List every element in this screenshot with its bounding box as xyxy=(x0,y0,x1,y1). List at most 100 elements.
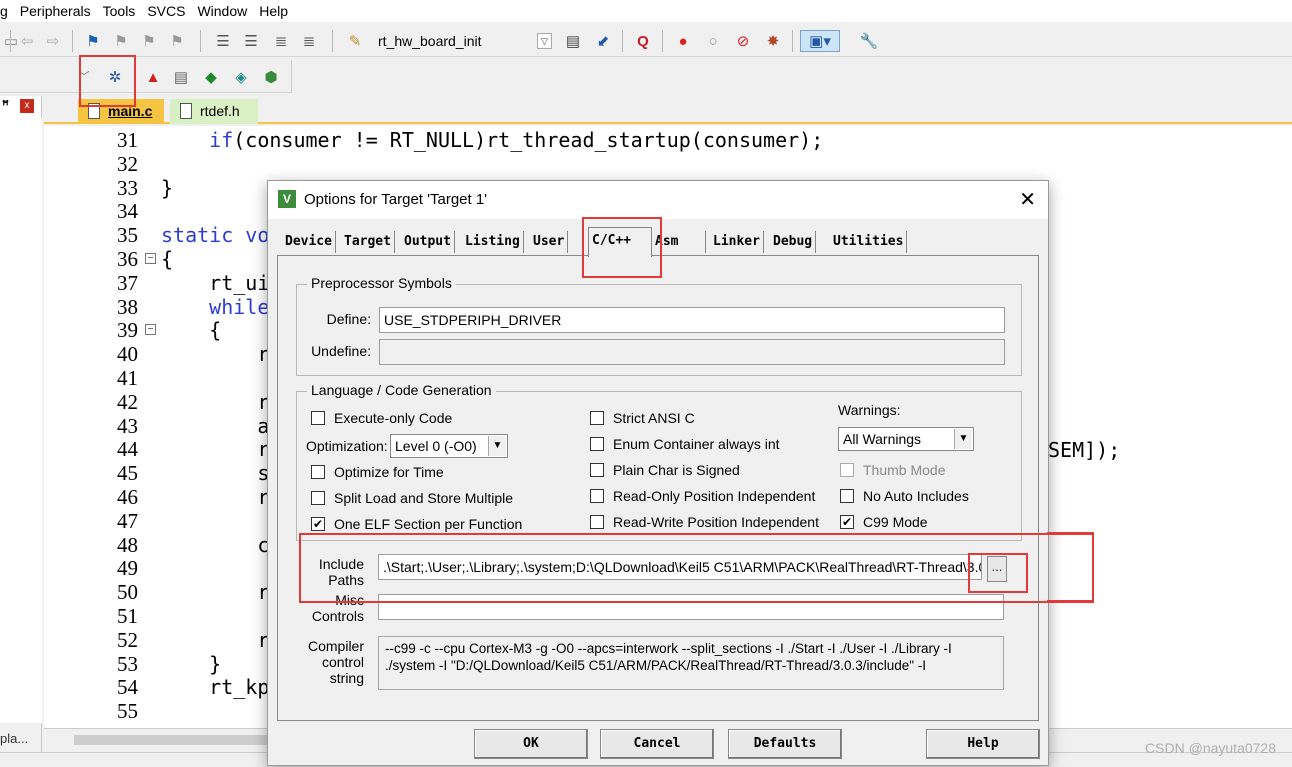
compiler-control-string[interactable]: --c99 -c --cpu Cortex-M3 -g -O0 --apcs=i… xyxy=(378,636,1004,690)
insert-breakpoint-icon[interactable]: ● xyxy=(672,30,694,52)
tab-listing[interactable]: Listing xyxy=(462,231,524,253)
file-icon xyxy=(180,103,192,119)
checkbox-box[interactable] xyxy=(590,463,604,477)
enable-breakpoint-icon[interactable]: ○ xyxy=(702,30,724,52)
menu-item-svcs[interactable]: SVCS xyxy=(141,0,191,22)
code-line: r xyxy=(161,437,269,461)
checkbox-box[interactable] xyxy=(311,465,325,479)
close-icon[interactable]: x xyxy=(20,99,34,113)
checkbox-box[interactable] xyxy=(311,411,325,425)
window-layout-icon[interactable]: ▣▾ xyxy=(800,30,840,52)
unindent-icon[interactable]: ☰ xyxy=(240,30,262,52)
open-file-icon[interactable]: ✎ xyxy=(344,30,366,52)
find-in-files-icon[interactable]: ▤ xyxy=(562,30,584,52)
cancel-button[interactable]: Cancel xyxy=(600,729,714,759)
optimization-select[interactable]: Level 0 (-O0) ▼ xyxy=(390,434,508,458)
ro-pi-checkbox[interactable]: Read-Only Position Independent xyxy=(590,488,815,504)
panel-bottom-tab[interactable]: pla... xyxy=(0,731,28,746)
pack-installer-icon[interactable]: ▲ xyxy=(142,66,164,88)
tab-rtdef-h[interactable]: rtdef.h xyxy=(170,99,258,124)
kill-breakpoints-icon[interactable]: ✸ xyxy=(762,30,784,52)
comment-icon[interactable]: ≣ xyxy=(270,30,292,52)
optimize-time-checkbox[interactable]: Optimize for Time xyxy=(311,464,444,480)
clear-bookmarks-icon[interactable]: ⚑ xyxy=(166,30,188,52)
close-icon[interactable]: ✕ xyxy=(1019,187,1036,212)
chevron-down-icon[interactable]: ▼ xyxy=(488,436,506,456)
uncomment-icon[interactable]: ≣ xyxy=(298,30,320,52)
menu-item-window[interactable]: Window xyxy=(191,0,253,22)
ok-button[interactable]: OK xyxy=(474,729,588,759)
one-elf-checkbox[interactable]: ✔ One ELF Section per Function xyxy=(311,516,522,532)
help-button[interactable]: Help xyxy=(926,729,1040,759)
code-line: while xyxy=(161,295,269,319)
menu-item-help[interactable]: Help xyxy=(253,0,294,22)
checkmark-icon[interactable]: ✔ xyxy=(311,517,325,531)
checkbox-box[interactable] xyxy=(311,491,325,505)
indent-icon[interactable]: ☰ xyxy=(212,30,234,52)
main-toolbar: ▭ ⇦ ⇨ ⚑ ⚑ ⚑ ⚑ ☰ ☰ ≣ ≣ ✎ rt_hw_board_init… xyxy=(0,24,1292,57)
chevron-down-icon[interactable]: ▽ xyxy=(537,33,552,49)
c99-mode-checkbox[interactable]: ✔ C99 Mode xyxy=(840,514,928,530)
forward-icon[interactable]: ⇨ xyxy=(42,30,64,52)
line-number: 48 xyxy=(117,532,138,557)
rw-pi-checkbox[interactable]: Read-Write Position Independent xyxy=(590,514,819,530)
configure-icon[interactable]: 🔧 xyxy=(858,30,880,52)
optimization-label: Optimization: xyxy=(306,438,388,454)
fold-toggle-icon[interactable]: − xyxy=(145,253,156,264)
checkbox-box[interactable] xyxy=(590,489,604,503)
checkmark-icon[interactable]: ✔ xyxy=(840,515,854,529)
warnings-select[interactable]: All Warnings ▼ xyxy=(838,427,974,451)
next-bookmark-icon[interactable]: ⚑ xyxy=(138,30,160,52)
menu-item-tools[interactable]: Tools xyxy=(97,0,142,22)
checkbox-label: Thumb Mode xyxy=(863,462,946,478)
defaults-button[interactable]: Defaults xyxy=(728,729,842,759)
tab-target[interactable]: Target xyxy=(341,231,395,253)
debug-session-icon[interactable]: Q xyxy=(632,30,654,52)
back-icon[interactable]: ⇦ xyxy=(16,30,38,52)
c-cpp-tab-panel: Preprocessor Symbols Define: USE_STDPERI… xyxy=(277,255,1039,721)
tab-debug[interactable]: Debug xyxy=(770,231,817,253)
toolbar-separator xyxy=(10,30,11,52)
enum-container-checkbox[interactable]: Enum Container always int xyxy=(590,436,780,452)
tab-output[interactable]: Output xyxy=(401,231,455,253)
menu-item-peripherals[interactable]: Peripherals xyxy=(14,0,97,22)
execute-only-checkbox[interactable]: Execute-only Code xyxy=(311,410,452,426)
plain-char-checkbox[interactable]: Plain Char is Signed xyxy=(590,462,740,478)
pin-icon[interactable]: ꟸ xyxy=(2,98,9,112)
line-number: 38 xyxy=(117,294,138,319)
define-input[interactable]: USE_STDPERIPH_DRIVER xyxy=(379,307,1005,333)
tab-utilities[interactable]: Utilities xyxy=(830,231,908,253)
undefine-input[interactable] xyxy=(379,339,1005,365)
checkbox-box[interactable] xyxy=(590,515,604,529)
strict-ansi-checkbox[interactable]: Strict ANSI C xyxy=(590,410,695,426)
prev-bookmark-icon[interactable]: ⚑ xyxy=(110,30,132,52)
select-software-packs-icon[interactable]: ◆ xyxy=(200,66,222,88)
line-number: 47 xyxy=(117,508,138,533)
target-function-combo[interactable]: rt_hw_board_init ▽ xyxy=(372,30,554,52)
checkbox-label: Optimize for Time xyxy=(334,464,444,480)
menu-item-debug-partial[interactable]: g xyxy=(0,0,14,22)
fold-toggle-icon[interactable]: − xyxy=(145,324,156,336)
incremental-find-icon[interactable]: ⬋ xyxy=(592,30,614,52)
checkbox-box[interactable] xyxy=(840,489,854,503)
language-group: Language / Code Generation Execute-only … xyxy=(296,382,1022,541)
checkbox-box[interactable] xyxy=(590,411,604,425)
checkbox-box[interactable] xyxy=(590,437,604,451)
manage-project-items-icon[interactable]: ⬢ xyxy=(260,66,282,88)
line-number-gutter: 31 32 33 34 35 36−37 38 39−40 41 42 43 44 45 46 47 48 49… xyxy=(44,126,156,726)
chevron-down-icon[interactable]: ▼ xyxy=(954,429,972,449)
disable-breakpoint-icon[interactable]: ⊘ xyxy=(732,30,754,52)
run-time-environment-icon[interactable]: ◈ xyxy=(230,66,252,88)
tab-linker[interactable]: Linker xyxy=(710,231,764,253)
tab-device[interactable]: Device xyxy=(282,231,336,253)
code-line: { xyxy=(161,247,173,271)
tab-user[interactable]: User xyxy=(530,231,569,253)
tab-c-cpp[interactable]: C/C++ xyxy=(588,227,652,257)
optimization-value: Level 0 (-O0) xyxy=(395,438,477,454)
bookmark-icon[interactable]: ⚑ xyxy=(82,30,104,52)
preprocessor-group: Preprocessor Symbols Define: USE_STDPERI… xyxy=(296,275,1022,376)
no-auto-includes-checkbox[interactable]: No Auto Includes xyxy=(840,488,969,504)
code-text: rt_kp xyxy=(161,675,270,700)
manage-components-icon[interactable]: ▤ xyxy=(170,66,192,88)
split-load-checkbox[interactable]: Split Load and Store Multiple xyxy=(311,490,513,506)
